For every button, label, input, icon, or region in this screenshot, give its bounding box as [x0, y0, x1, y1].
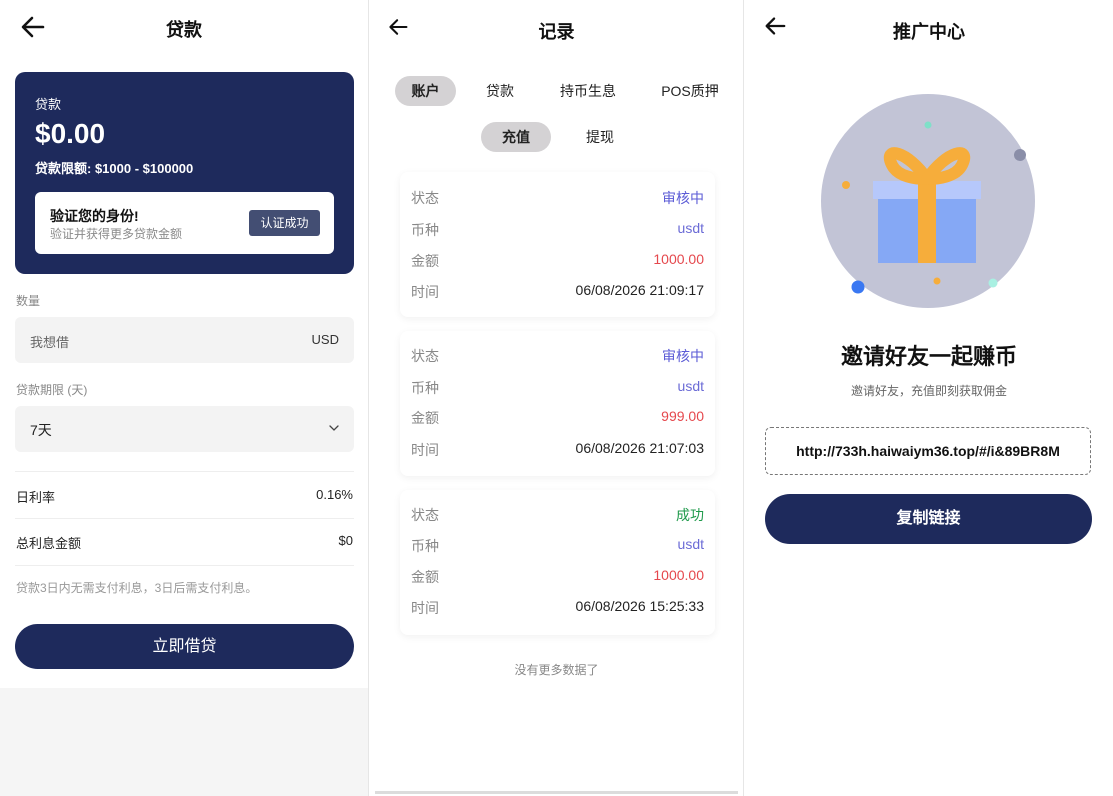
- currency-value: usdt: [677, 378, 704, 394]
- invite-headline: 邀请好友一起赚币: [840, 344, 1017, 369]
- currency-label: 币种: [411, 380, 439, 396]
- daily-rate-value: 0.16%: [316, 487, 353, 502]
- time-label: 时间: [411, 442, 439, 458]
- promotion-screen: 推广中心 邀请好友一起赚币 邀请好友，充值即刻获取佣金 http://733h.…: [745, 0, 1113, 796]
- status-value: 审核中: [662, 190, 704, 206]
- divider: [15, 471, 354, 472]
- status-value: 成功: [676, 507, 704, 523]
- verify-identity-box: 验证您的身份! 验证并获得更多贷款金额 认证成功: [35, 192, 334, 254]
- page-title: 记录: [538, 22, 575, 42]
- invite-link-field[interactable]: http://733h.haiwaiym36.top/#/i&89BR8M: [765, 427, 1091, 475]
- page-title: 贷款: [166, 20, 202, 40]
- time-label: 时间: [411, 284, 439, 300]
- currency-label: 币种: [411, 538, 439, 554]
- quantity-input[interactable]: 我想借 USD: [15, 317, 354, 363]
- status-label: 状态: [411, 348, 439, 364]
- loan-term-label: 贷款期限 (天): [16, 383, 88, 397]
- loan-term-select[interactable]: 7天: [15, 406, 354, 452]
- record-card: 状态 审核中 币种 usdt 金额 999.00 时间 06/08/2026 2…: [400, 331, 715, 476]
- gift-illustration: [821, 94, 1035, 308]
- total-interest-label: 总利息金额: [16, 536, 82, 551]
- quantity-placeholder: 我想借: [30, 335, 70, 350]
- bottom-area: [0, 688, 368, 796]
- quantity-label: 数量: [16, 294, 41, 308]
- subtab-withdraw[interactable]: 提现: [566, 122, 634, 152]
- copy-link-button[interactable]: 复制链接: [765, 494, 1092, 544]
- loan-summary-card: 贷款 $0.00 贷款限额: $1000 - $100000 验证您的身份! 验…: [15, 72, 354, 274]
- loan-card-label: 贷款: [35, 97, 62, 112]
- back-arrow-icon[interactable]: [19, 14, 47, 40]
- tab-pos-pledge[interactable]: POS质押: [658, 76, 722, 106]
- currency-label: 币种: [411, 222, 439, 238]
- verified-button[interactable]: 认证成功: [249, 210, 320, 236]
- divider: [15, 565, 354, 566]
- chevron-down-icon: [329, 425, 339, 431]
- divider: [15, 518, 354, 519]
- time-value: 06/08/2026 15:25:33: [575, 598, 704, 614]
- status-label: 状态: [411, 507, 439, 523]
- tab-loan[interactable]: 贷款: [472, 76, 528, 106]
- records-header: 记录: [370, 0, 743, 54]
- status-value: 审核中: [662, 348, 704, 364]
- time-value: 06/08/2026 21:09:17: [575, 282, 704, 298]
- loan-limit: 贷款限额: $1000 - $100000: [35, 161, 194, 176]
- subtab-deposit[interactable]: 充值: [481, 122, 551, 152]
- loan-amount: $0.00: [35, 118, 106, 149]
- loan-term-value: 7天: [30, 422, 52, 438]
- interest-note: 贷款3日内无需支付利息，3日后需支付利息。: [16, 581, 258, 595]
- scrollbar[interactable]: [375, 791, 738, 794]
- time-label: 时间: [411, 600, 439, 616]
- loan-screen: 贷款 贷款 $0.00 贷款限额: $1000 - $100000 验证您的身份…: [0, 0, 369, 796]
- no-more-data: 没有更多数据了: [514, 663, 599, 677]
- page-title: 推广中心: [893, 22, 965, 42]
- status-label: 状态: [411, 190, 439, 206]
- record-card: 状态 审核中 币种 usdt 金额 1000.00 时间 06/08/2026 …: [400, 172, 715, 317]
- record-card: 状态 成功 币种 usdt 金额 1000.00 时间 06/08/2026 1…: [400, 490, 715, 635]
- daily-rate-label: 日利率: [16, 490, 56, 505]
- tab-staking-interest[interactable]: 持币生息: [552, 76, 624, 106]
- amount-value: 1000.00: [653, 251, 704, 267]
- currency-value: usdt: [677, 536, 704, 552]
- records-screen: 记录 账户 贷款 持币生息 POS质押 充值 提现 状态 审核中 币种 usdt…: [370, 0, 744, 796]
- loan-header: 贷款: [0, 0, 368, 54]
- currency-value: usdt: [677, 220, 704, 236]
- verify-subtitle: 验证并获得更多贷款金额: [50, 227, 183, 241]
- currency-unit: USD: [311, 332, 339, 347]
- verify-title: 验证您的身份!: [50, 208, 139, 224]
- back-arrow-icon[interactable]: [762, 14, 788, 38]
- time-value: 06/08/2026 21:07:03: [575, 440, 704, 456]
- back-arrow-icon[interactable]: [386, 16, 410, 38]
- borrow-now-button[interactable]: 立即借贷: [15, 624, 354, 669]
- amount-label: 金额: [411, 410, 439, 426]
- promotion-header: 推广中心: [745, 0, 1113, 54]
- tab-account[interactable]: 账户: [395, 76, 456, 106]
- amount-value: 1000.00: [653, 567, 704, 583]
- invite-subline: 邀请好友，充值即刻获取佣金: [850, 384, 1007, 398]
- amount-label: 金额: [411, 253, 439, 269]
- amount-value: 999.00: [661, 408, 704, 424]
- total-interest-value: $0: [338, 533, 353, 548]
- amount-label: 金额: [411, 569, 439, 585]
